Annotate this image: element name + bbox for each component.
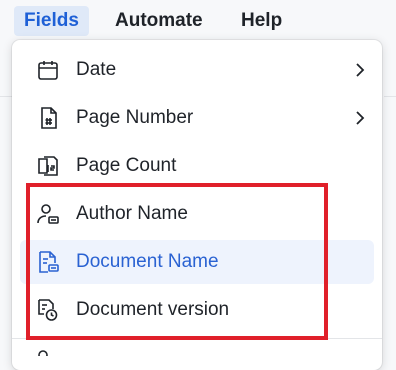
page-number-icon bbox=[41, 107, 57, 129]
menu-item-date[interactable]: Date bbox=[20, 48, 374, 92]
page-count-icon bbox=[38, 156, 58, 176]
menu-automate[interactable]: Automate bbox=[105, 6, 213, 36]
chevron-right-icon bbox=[356, 111, 365, 125]
calendar-icon bbox=[38, 61, 58, 80]
toolbar-divider bbox=[0, 96, 12, 97]
menu-item-page-count[interactable]: Page Count bbox=[20, 144, 374, 188]
partially-visible-icon bbox=[38, 350, 48, 356]
menu-item-label: Date bbox=[76, 59, 117, 80]
menu-item-page-number[interactable]: Page Number bbox=[20, 96, 374, 140]
menu-item-label: Page Number bbox=[76, 107, 194, 128]
menu-item-label: Page Count bbox=[76, 155, 177, 176]
chevron-right-icon bbox=[356, 63, 365, 77]
menu-fields[interactable]: Fields bbox=[14, 6, 89, 36]
menubar: Fields Automate Help bbox=[0, 0, 396, 44]
menu-help[interactable]: Help bbox=[231, 6, 292, 36]
annotation-highlight-box bbox=[26, 183, 328, 340]
toolbar-divider bbox=[384, 96, 396, 97]
